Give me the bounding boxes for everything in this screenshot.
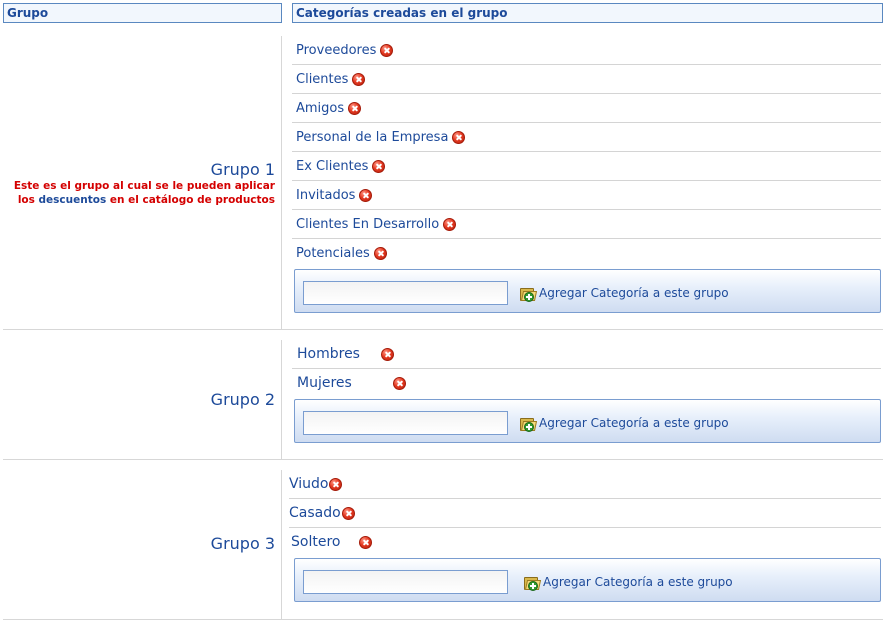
- category-item: Potenciales: [292, 239, 881, 267]
- add-category-button[interactable]: Agregar Categoría a este grupo: [519, 413, 729, 433]
- group-discount-note: Este es el grupo al cual se le pueden ap…: [3, 179, 275, 207]
- category-list-2: Hombres Mujeres: [292, 340, 881, 397]
- add-category-bar: Agregar Categoría a este grupo: [294, 269, 881, 313]
- delete-icon[interactable]: [380, 43, 394, 57]
- category-item: Mujeres: [292, 369, 881, 397]
- note-text-end: en el catálogo de productos: [106, 194, 275, 206]
- add-category-label: Agregar Categoría a este grupo: [539, 416, 729, 430]
- group-row-3: Grupo 3 Viudo Casado Soltero Agregar Cat…: [3, 470, 883, 620]
- delete-icon[interactable]: [381, 347, 394, 361]
- descuentos-link[interactable]: descuentos: [39, 194, 107, 206]
- category-label: Proveedores: [296, 42, 377, 58]
- category-item: Soltero: [289, 528, 881, 556]
- category-label: Clientes En Desarrollo: [296, 216, 440, 232]
- new-category-input[interactable]: [303, 570, 508, 594]
- category-item: Invitados: [292, 181, 881, 210]
- folder-add-icon: [519, 416, 538, 432]
- category-label: Hombres: [297, 346, 360, 362]
- category-label: Personal de la Empresa: [296, 129, 449, 145]
- new-category-input[interactable]: [303, 411, 508, 435]
- delete-icon[interactable]: [359, 188, 373, 202]
- delete-icon[interactable]: [443, 217, 457, 231]
- group-cell-1: Grupo 1 Este es el grupo al cual se le p…: [3, 36, 282, 329]
- category-label: Potenciales: [296, 245, 370, 261]
- category-item: Amigos: [292, 94, 881, 123]
- category-label: Soltero: [291, 534, 341, 550]
- category-label: Clientes: [296, 71, 349, 87]
- add-category-button[interactable]: Agregar Categoría a este grupo: [519, 283, 729, 303]
- group-title: Grupo 2: [210, 390, 275, 409]
- delete-icon[interactable]: [372, 159, 386, 173]
- category-item: Clientes En Desarrollo: [292, 210, 881, 239]
- group-cell-2: Grupo 2: [3, 340, 282, 459]
- group-title: Grupo 3: [210, 534, 275, 553]
- category-label: Invitados: [296, 187, 356, 203]
- group-row-1: Grupo 1 Este es el grupo al cual se le p…: [3, 36, 883, 330]
- add-category-bar: Agregar Categoría a este grupo: [294, 399, 881, 443]
- category-item: Hombres: [292, 340, 881, 369]
- category-label: Amigos: [296, 100, 345, 116]
- header-group: Grupo: [3, 3, 282, 23]
- folder-add-icon: [523, 575, 542, 591]
- category-list-3: Viudo Casado Soltero: [289, 470, 881, 556]
- category-item: Ex Clientes: [292, 152, 881, 181]
- category-item: Casado: [289, 499, 881, 528]
- category-label: Casado: [289, 505, 341, 521]
- folder-add-icon: [519, 286, 538, 302]
- add-category-bar: Agregar Categoría a este grupo: [294, 558, 881, 602]
- new-category-input[interactable]: [303, 281, 508, 305]
- group-title: Grupo 1: [210, 160, 275, 179]
- delete-icon[interactable]: [329, 477, 343, 491]
- delete-icon[interactable]: [359, 535, 372, 549]
- group-cell-3: Grupo 3: [3, 470, 282, 619]
- delete-icon[interactable]: [352, 72, 366, 86]
- add-category-label: Agregar Categoría a este grupo: [543, 575, 733, 589]
- category-label: Mujeres: [297, 375, 352, 391]
- delete-icon[interactable]: [348, 101, 362, 115]
- category-list-1: Proveedores Clientes Amigos Personal de …: [292, 36, 881, 267]
- category-item: Clientes: [292, 65, 881, 94]
- category-item: Proveedores: [292, 36, 881, 65]
- delete-icon[interactable]: [373, 246, 387, 260]
- header-categories: Categorías creadas en el grupo: [292, 3, 883, 23]
- delete-icon[interactable]: [452, 130, 466, 144]
- category-label: Ex Clientes: [296, 158, 369, 174]
- add-category-label: Agregar Categoría a este grupo: [539, 286, 729, 300]
- category-item: Personal de la Empresa: [292, 123, 881, 152]
- add-category-button[interactable]: Agregar Categoría a este grupo: [523, 572, 733, 592]
- delete-icon[interactable]: [341, 506, 355, 520]
- category-label: Viudo: [289, 476, 329, 492]
- delete-icon[interactable]: [393, 376, 406, 390]
- group-row-2: Grupo 2 Hombres Mujeres Agregar Categorí…: [3, 340, 883, 460]
- category-item: Viudo: [289, 470, 881, 499]
